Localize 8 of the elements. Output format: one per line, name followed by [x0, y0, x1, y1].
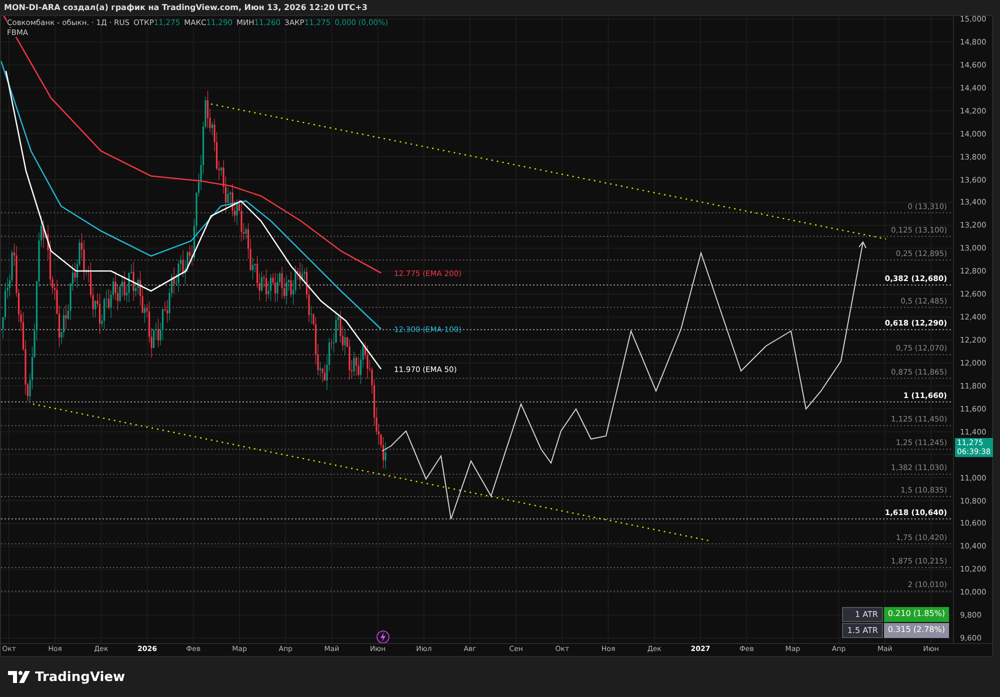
chart-author-caption: MON-DI-ARA создал(а) график на TradingView.com, Июн 13, 2026 12:20 UTC+3	[4, 3, 368, 12]
logo-icon	[8, 671, 30, 683]
lightning-icon[interactable]	[376, 630, 390, 643]
atr-label: 1 ATR	[842, 607, 883, 622]
atr-value: 0.210 (1.85%)	[884, 607, 949, 622]
atr-label: 1.5 ATR	[842, 623, 883, 638]
brand-name: TradingView	[35, 670, 126, 684]
atr-value: 0.315 (2.78%)	[884, 623, 949, 638]
